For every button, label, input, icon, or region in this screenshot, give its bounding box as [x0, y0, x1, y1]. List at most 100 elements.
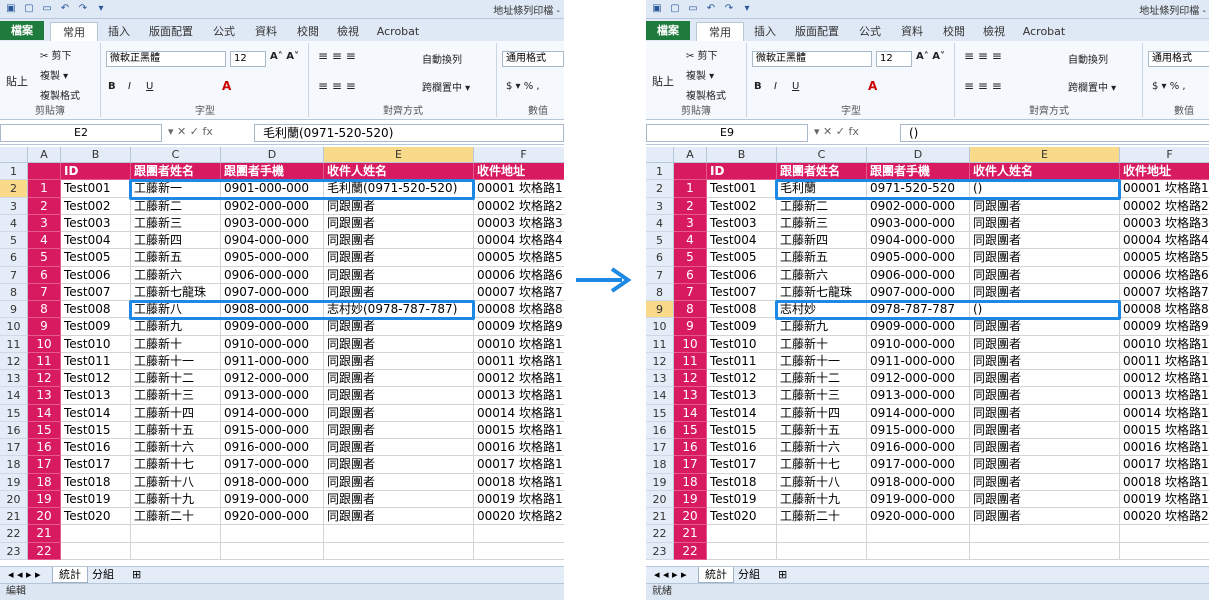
cell-B16[interactable]: Test015 — [61, 421, 131, 439]
cell-C3[interactable]: 工藤新二 — [131, 197, 221, 215]
cell-E18[interactable]: 同跟團者 — [324, 456, 474, 474]
cell-D19[interactable]: 0918-000-000 — [867, 473, 970, 491]
cell-C20[interactable]: 工藤新十九 — [131, 490, 221, 508]
tab-6[interactable]: 校閱 — [936, 22, 972, 41]
cell-D14[interactable]: 0913-000-000 — [221, 387, 324, 405]
tab-5[interactable]: 資料 — [892, 22, 932, 41]
column-header-B[interactable]: B — [707, 147, 777, 163]
cell-C10[interactable]: 工藤新九 — [777, 318, 867, 336]
cell-A23[interactable]: 22 — [674, 542, 707, 560]
name-box[interactable]: E2 — [0, 124, 162, 142]
formula-input[interactable]: 毛利蘭(0971-520-520) — [254, 124, 564, 142]
align-top-button[interactable]: ≡ ≡ ≡ — [318, 49, 356, 63]
tab-0[interactable]: 檔案 — [0, 21, 44, 40]
qat-button-4[interactable]: ↷ — [722, 2, 736, 15]
cell-B9[interactable]: Test008 — [61, 301, 131, 319]
row-header-17[interactable]: 17 — [646, 439, 674, 457]
cell-E15[interactable]: 同跟團者 — [324, 404, 474, 422]
cell-F12[interactable]: 00011 坎格路1 — [1120, 353, 1209, 370]
cell-A9[interactable]: 8 — [28, 301, 61, 319]
qat-button-2[interactable]: ▭ — [40, 2, 54, 15]
cell-F10[interactable]: 00009 坎格路9 — [474, 318, 564, 336]
cell-E13[interactable]: 同跟團者 — [970, 370, 1120, 388]
align-top-button[interactable]: ≡ ≡ ≡ — [964, 49, 1002, 63]
cell-A3[interactable]: 2 — [28, 197, 61, 215]
cell-B16[interactable]: Test015 — [707, 421, 777, 439]
cell-A15[interactable]: 14 — [28, 404, 61, 422]
row-header-4[interactable]: 4 — [646, 214, 674, 232]
cell-D22[interactable] — [867, 525, 970, 543]
cell-F22[interactable] — [474, 525, 564, 543]
cell-E3[interactable]: 同跟團者 — [970, 197, 1120, 215]
qat-button-1[interactable]: ▢ — [668, 2, 682, 15]
cell-A21[interactable]: 20 — [28, 508, 61, 526]
cell-A10[interactable]: 9 — [28, 318, 61, 336]
cell-C6[interactable]: 工藤新五 — [777, 249, 867, 267]
row-header-16[interactable]: 16 — [646, 421, 674, 439]
cell-D7[interactable]: 0906-000-000 — [867, 266, 970, 284]
cell-F23[interactable] — [474, 543, 564, 560]
cell-B21[interactable]: Test020 — [707, 508, 777, 526]
header-cell-C[interactable]: 跟團者姓名 — [131, 163, 221, 181]
tab-7[interactable]: 檢視 — [976, 22, 1012, 41]
cell-C10[interactable]: 工藤新九 — [131, 318, 221, 336]
tab-1[interactable]: 常用 — [50, 22, 98, 42]
tab-3[interactable]: 版面配置 — [142, 22, 200, 41]
qat-button-4[interactable]: ↷ — [76, 2, 90, 15]
cell-D21[interactable]: 0920-000-000 — [867, 508, 970, 526]
cell-E17[interactable]: 同跟團者 — [970, 439, 1120, 457]
cell-E6[interactable]: 同跟團者 — [970, 249, 1120, 267]
cell-B10[interactable]: Test009 — [61, 318, 131, 336]
cell-E11[interactable]: 同跟團者 — [324, 335, 474, 353]
cell-E5[interactable]: 同跟團者 — [324, 232, 474, 250]
name-box[interactable]: E9 — [646, 124, 808, 142]
row-header-9[interactable]: 9 — [646, 301, 674, 319]
cell-B2[interactable]: Test001 — [707, 180, 777, 198]
paste-button[interactable]: 貼上 — [6, 73, 28, 89]
column-header-C[interactable]: C — [777, 147, 867, 163]
cell-F20[interactable]: 00019 坎格路1 — [474, 491, 564, 508]
cell-A18[interactable]: 17 — [674, 456, 707, 474]
cell-B19[interactable]: Test018 — [707, 473, 777, 491]
header-cell-B[interactable]: ID — [61, 163, 131, 181]
header-cell-F[interactable]: 收件地址 — [474, 163, 564, 181]
cell-C15[interactable]: 工藤新十四 — [131, 404, 221, 422]
cell-A5[interactable]: 4 — [674, 232, 707, 250]
cell-D11[interactable]: 0910-000-000 — [221, 335, 324, 353]
tab-5[interactable]: 資料 — [246, 22, 286, 41]
sheet-tab-0[interactable]: 統計 — [52, 567, 88, 583]
row-header-5[interactable]: 5 — [646, 232, 674, 250]
font-name-select[interactable]: 微軟正黑體 — [106, 51, 226, 67]
row-header-11[interactable]: 11 — [0, 335, 28, 353]
bold-button[interactable]: B — [108, 81, 116, 92]
cell-D13[interactable]: 0912-000-000 — [867, 370, 970, 388]
cell-D10[interactable]: 0909-000-000 — [221, 318, 324, 336]
cell-C5[interactable]: 工藤新四 — [131, 232, 221, 250]
cell-D12[interactable]: 0911-000-000 — [221, 352, 324, 370]
cell-D8[interactable]: 0907-000-000 — [221, 283, 324, 301]
cell-C13[interactable]: 工藤新十二 — [131, 370, 221, 388]
cell-F15[interactable]: 00014 坎格路1 — [1120, 405, 1209, 422]
cell-B2[interactable]: Test001 — [61, 180, 131, 198]
cell-E11[interactable]: 同跟團者 — [970, 335, 1120, 353]
row-header-16[interactable]: 16 — [0, 421, 28, 439]
cell-F19[interactable]: 00018 坎格路1 — [474, 474, 564, 491]
cell-F18[interactable]: 00017 坎格路1 — [1120, 456, 1209, 474]
cell-D23[interactable] — [867, 542, 970, 560]
font-name-select[interactable]: 微軟正黑體 — [752, 51, 872, 67]
cell-D14[interactable]: 0913-000-000 — [867, 387, 970, 405]
cell-B21[interactable]: Test020 — [61, 508, 131, 526]
row-header-14[interactable]: 14 — [0, 387, 28, 405]
formula-buttons[interactable]: ▾ ✕ ✓ fx — [168, 125, 213, 138]
italic-button[interactable]: I — [128, 81, 131, 92]
number-format-select[interactable]: 通用格式 — [502, 51, 564, 67]
cell-A22[interactable]: 21 — [28, 525, 61, 543]
cell-C17[interactable]: 工藤新十六 — [131, 439, 221, 457]
row-header-18[interactable]: 18 — [646, 456, 674, 474]
cell-C21[interactable]: 工藤新二十 — [777, 508, 867, 526]
row-header-7[interactable]: 7 — [646, 266, 674, 284]
cell-F14[interactable]: 00013 坎格路1 — [474, 387, 564, 405]
cell-E13[interactable]: 同跟團者 — [324, 370, 474, 388]
cell-A7[interactable]: 6 — [28, 266, 61, 284]
column-header-F[interactable]: F — [474, 147, 564, 163]
